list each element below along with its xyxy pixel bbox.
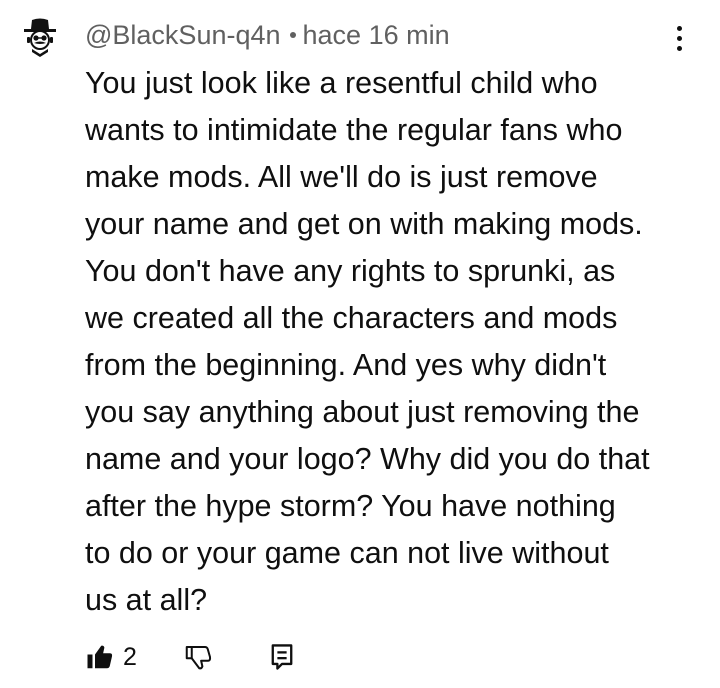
- comment-text-line: you say anything about just removing the: [85, 395, 640, 429]
- comment-text-line: your name and get on with making mods.: [85, 207, 643, 241]
- detective-face-icon: [24, 18, 56, 57]
- comment-text-line: we created all the characters and mods: [85, 301, 618, 335]
- reply-comment-icon: [271, 644, 293, 670]
- separator-dot: [289, 32, 296, 38]
- comment-text-line: wants to intimidate the regular fans who: [85, 113, 623, 147]
- avatar[interactable]: [22, 16, 58, 58]
- comment-text-line: make mods. All we'll do is just remove: [85, 160, 598, 194]
- dislike-button[interactable]: [183, 642, 213, 672]
- comment-text-line: You don't have any rights to sprunki, as: [85, 254, 616, 288]
- comment-timestamp[interactable]: hace 16 min: [303, 20, 450, 51]
- comment-text-line: name and your logo? Why did you do that: [85, 442, 650, 476]
- more-vertical-icon[interactable]: [665, 20, 693, 56]
- comment-text-line: to do or your game can not live without: [85, 536, 609, 570]
- comment-text-line: from the beginning. And yes why didn't: [85, 348, 607, 382]
- comment-actions: 2: [85, 637, 295, 677]
- author-name[interactable]: @BlackSun-q4n: [85, 20, 281, 51]
- reply-button[interactable]: [269, 642, 295, 672]
- comment-text-line: us at all?: [85, 583, 208, 617]
- comment-text: You just look like a resentful child who…: [85, 60, 685, 624]
- thumbs-down-icon: [185, 646, 211, 670]
- comment-text-line: You just look like a resentful child who: [85, 66, 598, 100]
- comment-header: @BlackSun-q4n hace 16 min: [85, 18, 450, 52]
- comment-text-line: after the hype storm? You have nothing: [85, 489, 616, 523]
- like-count: 2: [123, 642, 137, 671]
- like-button[interactable]: 2: [85, 642, 137, 672]
- comment-item: @BlackSun-q4n hace 16 min You just look …: [0, 0, 720, 688]
- thumbs-up-filled-icon: [87, 645, 113, 669]
